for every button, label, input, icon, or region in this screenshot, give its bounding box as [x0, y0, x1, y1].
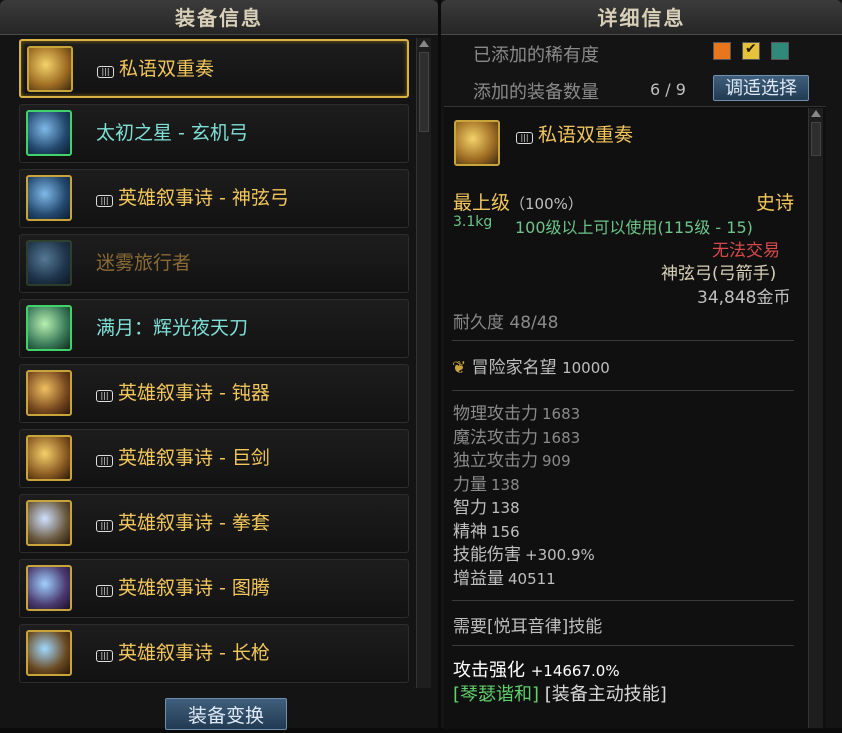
- mace-icon: [26, 370, 72, 416]
- fame-row: ❦ 冒险家名望 10000: [452, 358, 610, 378]
- equipment-name: ||| 英雄叙事诗 - 巨剑: [96, 430, 270, 487]
- equipment-list-item[interactable]: 迷雾旅行者: [19, 234, 409, 293]
- selected-item-name: ||| 私语双重奏: [516, 120, 633, 147]
- rarity-checkbox[interactable]: ✔: [742, 41, 760, 60]
- blade-icon: [26, 305, 72, 351]
- epic-tag-icon: |||: [96, 585, 113, 597]
- item-grade: 最上级（100%）: [453, 192, 583, 214]
- rarity-checkbox[interactable]: [713, 42, 731, 60]
- stat-row: 增益量 40511: [453, 568, 556, 589]
- weapon-type: 神弦弓(弓箭手): [661, 264, 777, 284]
- equipment-name: ||| 英雄叙事诗 - 图腾: [96, 560, 270, 617]
- bow-icon: [26, 175, 72, 221]
- equipment-name: ||| 英雄叙事诗 - 神弦弓: [96, 170, 289, 227]
- stat-row: 力量 138: [453, 474, 520, 495]
- spear-icon: [26, 630, 72, 676]
- level-requirement: 100级以上可以使用(115级 - 15): [515, 218, 753, 237]
- epic-tag-icon: |||: [516, 132, 533, 144]
- stat-row: 物理攻击力 1683: [453, 404, 581, 424]
- rarity-checkbox[interactable]: [771, 42, 789, 60]
- trade-status: 无法交易: [712, 241, 780, 261]
- totem-icon: [26, 565, 72, 611]
- equipment-name: 满月：辉光夜天刀: [96, 317, 249, 339]
- epic-tag-icon: |||: [96, 520, 113, 532]
- equipment-name: ||| 私语双重奏: [97, 41, 214, 98]
- equipment-count-value: 6 / 9: [650, 80, 686, 99]
- item-weight: 3.1kg: [453, 214, 493, 230]
- detail-scrollbar[interactable]: [808, 108, 823, 728]
- equipment-panel-title: 装备信息: [0, 0, 438, 35]
- detail-panel-title: 详细信息: [441, 0, 842, 35]
- greatsword-icon: [26, 435, 72, 481]
- equipment-count-label: 添加的装备数量: [473, 82, 599, 103]
- equipment-swap-button[interactable]: 装备变换: [165, 698, 287, 730]
- scroll-thumb[interactable]: [419, 52, 429, 132]
- equipment-list-scrollbar[interactable]: [416, 38, 431, 688]
- equipment-list-item[interactable]: 满月：辉光夜天刀: [19, 299, 409, 358]
- bow-icon: [26, 110, 72, 156]
- item-price: 34,848金币: [697, 288, 791, 308]
- gauntlet-icon: [26, 500, 72, 546]
- equipment-list-item[interactable]: ||| 英雄叙事诗 - 钝器: [19, 364, 409, 423]
- epic-tag-icon: |||: [96, 455, 113, 467]
- equipment-name: 太初之星 - 玄机弓: [96, 122, 248, 144]
- scroll-up-arrow-icon[interactable]: [419, 40, 429, 47]
- equipment-list-item[interactable]: ||| 英雄叙事诗 - 巨剑: [19, 429, 409, 488]
- active-skill-row: [琴瑟谐和] [装备主动技能]: [453, 684, 667, 705]
- equipment-list-panel: 装备信息 ||| 私语双重奏太初之星 - 玄机弓 ||| 英雄叙事诗 - 神弦弓迷雾旅…: [0, 0, 438, 730]
- stat-row: 精神 156: [453, 521, 520, 542]
- rarity-label: 已添加的稀有度: [473, 45, 599, 66]
- equipment-name: ||| 英雄叙事诗 - 钝器: [96, 365, 270, 422]
- harp-icon: [27, 46, 73, 92]
- fame-laurel-icon: ❦: [452, 358, 467, 378]
- equipment-list-item[interactable]: 太初之星 - 玄机弓: [19, 104, 409, 163]
- equipment-list-item[interactable]: ||| 英雄叙事诗 - 图腾: [19, 559, 409, 618]
- equipment-name: 迷雾旅行者: [96, 252, 192, 274]
- divider: [452, 645, 794, 646]
- stat-row: 技能伤害 +300.9%: [453, 545, 595, 565]
- item-rarity: 史诗: [756, 192, 795, 214]
- durability: 耐久度 48/48: [453, 313, 559, 333]
- adjust-selection-button[interactable]: 调适选择: [713, 75, 809, 101]
- divider: [452, 340, 794, 341]
- divider: [452, 600, 794, 601]
- skill-requirement: 需要[悦耳音律]技能: [453, 617, 603, 637]
- divider: [452, 390, 794, 391]
- bow-icon: [26, 240, 72, 286]
- selected-item-harp-icon: [454, 120, 500, 166]
- epic-tag-icon: |||: [96, 390, 113, 402]
- equipment-list-item[interactable]: ||| 英雄叙事诗 - 长枪: [19, 624, 409, 683]
- equipment-name: ||| 英雄叙事诗 - 拳套: [96, 495, 270, 552]
- epic-tag-icon: |||: [97, 66, 114, 78]
- stat-row: 魔法攻击力 1683: [453, 427, 581, 448]
- equipment-name: ||| 英雄叙事诗 - 长枪: [96, 625, 270, 682]
- epic-tag-icon: |||: [96, 195, 113, 207]
- detail-scroll-thumb[interactable]: [811, 122, 821, 156]
- attack-boost-row: 攻击强化 +14667.0%: [453, 660, 620, 681]
- equipment-list-item[interactable]: ||| 英雄叙事诗 - 神弦弓: [19, 169, 409, 228]
- detail-scroll-up-arrow-icon[interactable]: [811, 110, 821, 117]
- stat-row: 智力 138: [453, 498, 520, 518]
- stat-row: 独立攻击力 909: [453, 451, 571, 471]
- epic-tag-icon: |||: [96, 650, 113, 662]
- check-icon: ✔: [745, 41, 757, 57]
- equipment-list-item[interactable]: ||| 英雄叙事诗 - 拳套: [19, 494, 409, 553]
- equipment-list-item[interactable]: ||| 私语双重奏: [19, 39, 409, 98]
